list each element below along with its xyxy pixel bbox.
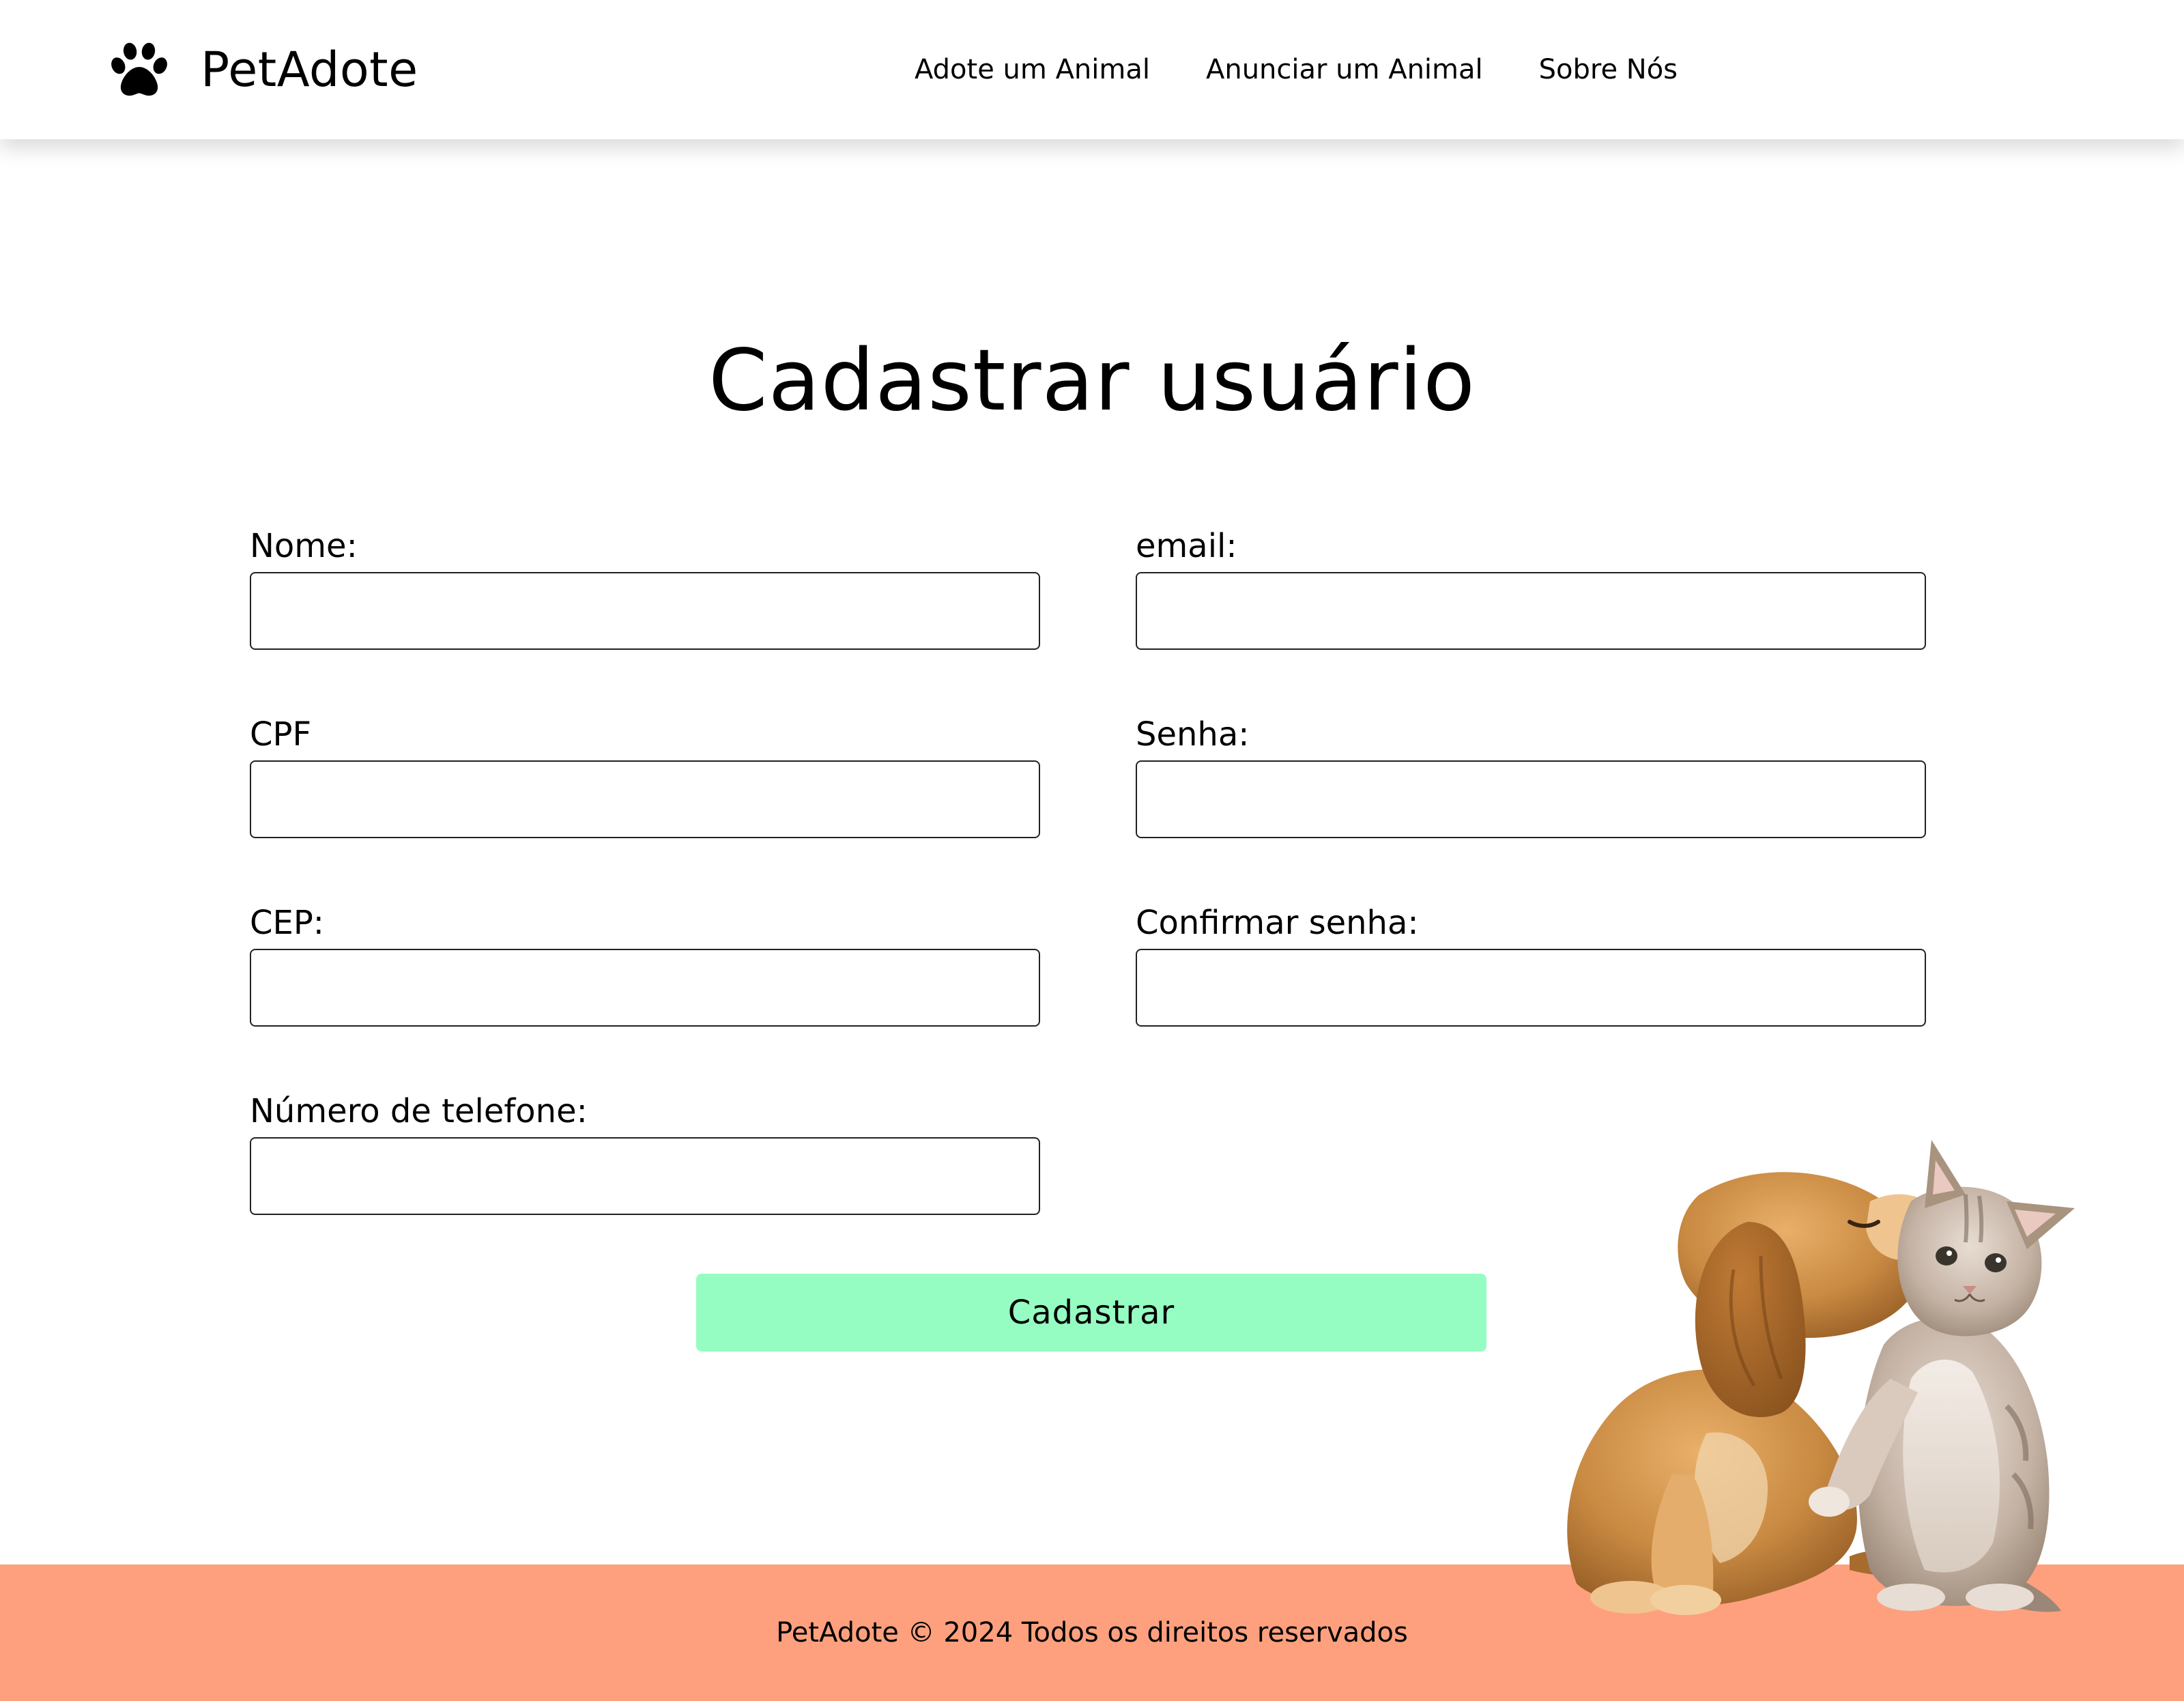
puppy-and-kitten-image	[1567, 1140, 2075, 1615]
confirmar-senha-field: Confirmar senha:	[1136, 902, 1926, 1027]
site-header: PetAdote Adote um Animal Anunciar um Ani…	[0, 0, 2184, 139]
confirmar-senha-input[interactable]	[1136, 949, 1926, 1027]
cep-field: CEP:	[250, 902, 1040, 1027]
senha-label: Senha:	[1136, 715, 1250, 754]
nome-label: Nome:	[250, 527, 358, 565]
email-field: email:	[1136, 526, 1926, 650]
email-label: email:	[1136, 527, 1237, 565]
email-input[interactable]	[1136, 572, 1926, 650]
telefone-field: Número de telefone:	[250, 1091, 1040, 1215]
senha-field: Senha:	[1136, 714, 1926, 838]
nome-input[interactable]	[250, 572, 1040, 650]
cpf-label: CPF	[250, 715, 312, 754]
cadastrar-button[interactable]: Cadastrar	[696, 1274, 1486, 1352]
cep-input[interactable]	[250, 949, 1040, 1027]
nav-anunciar-um-animal[interactable]: Anunciar um Animal	[1206, 54, 1483, 85]
confirmar-senha-label: Confirmar senha:	[1136, 904, 1419, 942]
cep-label: CEP:	[250, 904, 324, 942]
nav-sobre-nos[interactable]: Sobre Nós	[1539, 54, 1678, 85]
senha-input[interactable]	[1136, 760, 1926, 838]
paw-icon	[111, 42, 167, 96]
cpf-input[interactable]	[250, 760, 1040, 838]
main-nav: Adote um Animal Anunciar um Animal Sobre…	[915, 49, 1678, 90]
page-title: Cadastrar usuário	[708, 332, 1476, 430]
cpf-field: CPF	[250, 714, 1040, 838]
brand[interactable]: PetAdote	[106, 37, 418, 102]
telefone-label: Número de telefone:	[250, 1092, 588, 1130]
brand-name: PetAdote	[201, 42, 418, 98]
telefone-input[interactable]	[250, 1137, 1040, 1215]
nav-adote-um-animal[interactable]: Adote um Animal	[915, 54, 1150, 85]
nome-field: Nome:	[250, 526, 1040, 650]
